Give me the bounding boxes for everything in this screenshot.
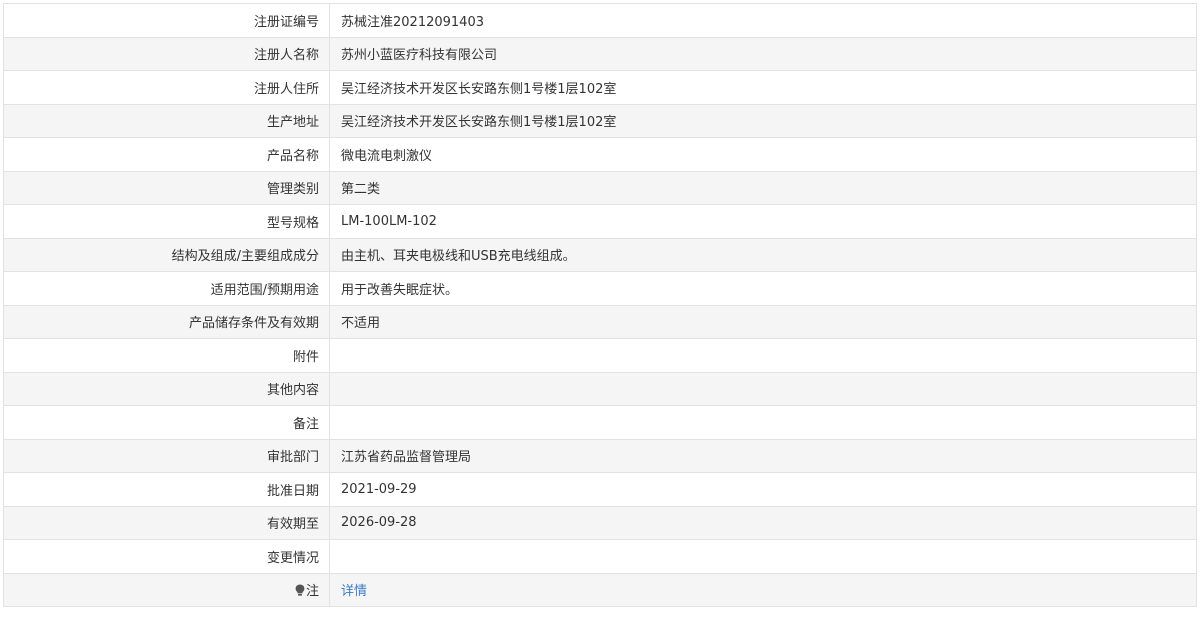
table-row: 结构及组成/主要组成成分 由主机、耳夹电极线和USB充电线组成。: [3, 237, 1197, 272]
table-row: 产品储存条件及有效期 不适用: [3, 304, 1197, 339]
row-label-registration-no: 注册证编号: [3, 3, 330, 38]
table-row: 批准日期 2021-09-29: [3, 472, 1197, 507]
row-value-model-spec: LM-100LM-102: [329, 204, 1197, 239]
row-label-approval-department: 审批部门: [3, 438, 330, 473]
row-label-model-spec: 型号规格: [3, 204, 330, 239]
table-row: 适用范围/预期用途 用于改善失眠症状。: [3, 271, 1197, 306]
table-row: 生产地址 吴江经济技术开发区长安路东侧1号楼1层102室: [3, 103, 1197, 138]
row-value-registration-no: 苏械注准20212091403: [329, 3, 1197, 38]
row-value-remarks: [329, 405, 1197, 440]
row-label-attachments: 附件: [3, 338, 330, 373]
row-label-valid-until: 有效期至: [3, 505, 330, 540]
row-label-change-history: 变更情况: [3, 539, 330, 574]
table-row: 变更情况: [3, 539, 1197, 574]
row-label-structure: 结构及组成/主要组成成分: [3, 237, 330, 272]
table-row: 注册人住所 吴江经济技术开发区长安路东侧1号楼1层102室: [3, 70, 1197, 105]
row-value-product-name: 微电流电刺激仪: [329, 137, 1197, 172]
table-row: 审批部门 江苏省药品监督管理局: [3, 438, 1197, 473]
row-value-valid-until: 2026-09-28: [329, 505, 1197, 540]
row-value-approval-date: 2021-09-29: [329, 472, 1197, 507]
table-row: 注 详情: [3, 572, 1197, 607]
registration-detail-table: 注册证编号 苏械注准20212091403 注册人名称 苏州小蓝医疗科技有限公司…: [3, 3, 1197, 607]
row-label-remarks: 备注: [3, 405, 330, 440]
row-value-approval-department: 江苏省药品监督管理局: [329, 438, 1197, 473]
row-label-registrant-name: 注册人名称: [3, 36, 330, 71]
note-label: 注: [305, 584, 319, 600]
row-label-production-address: 生产地址: [3, 103, 330, 138]
row-value-intended-use: 用于改善失眠症状。: [329, 271, 1197, 306]
row-value-change-history: [329, 539, 1197, 574]
table-row: 附件: [3, 338, 1197, 373]
table-row: 有效期至 2026-09-28: [3, 505, 1197, 540]
table-row: 其他内容: [3, 371, 1197, 406]
row-value-registrant-address: 吴江经济技术开发区长安路东侧1号楼1层102室: [329, 70, 1197, 105]
table-row: 产品名称 微电流电刺激仪: [3, 137, 1197, 172]
table-row: 型号规格 LM-100LM-102: [3, 204, 1197, 239]
row-value-structure: 由主机、耳夹电极线和USB充电线组成。: [329, 237, 1197, 272]
details-link[interactable]: 详情: [341, 584, 367, 599]
row-label-other-content: 其他内容: [3, 371, 330, 406]
row-value-management-class: 第二类: [329, 170, 1197, 205]
row-label-approval-date: 批准日期: [3, 472, 330, 507]
note-label-cell: 注: [3, 572, 330, 607]
table-row: 注册证编号 苏械注准20212091403: [3, 3, 1197, 38]
row-value-other-content: [329, 371, 1197, 406]
row-value-registrant-name: 苏州小蓝医疗科技有限公司: [329, 36, 1197, 71]
row-label-intended-use: 适用范围/预期用途: [3, 271, 330, 306]
note-value-cell: 详情: [329, 572, 1197, 607]
row-value-storage-conditions: 不适用: [329, 304, 1197, 339]
row-label-storage-conditions: 产品储存条件及有效期: [3, 304, 330, 339]
row-label-management-class: 管理类别: [3, 170, 330, 205]
row-label-product-name: 产品名称: [3, 137, 330, 172]
row-value-production-address: 吴江经济技术开发区长安路东侧1号楼1层102室: [329, 103, 1197, 138]
row-value-attachments: [329, 338, 1197, 373]
row-label-registrant-address: 注册人住所: [3, 70, 330, 105]
bulb-icon: [295, 584, 305, 596]
table-row: 注册人名称 苏州小蓝医疗科技有限公司: [3, 36, 1197, 71]
table-row: 备注: [3, 405, 1197, 440]
table-row: 管理类别 第二类: [3, 170, 1197, 205]
